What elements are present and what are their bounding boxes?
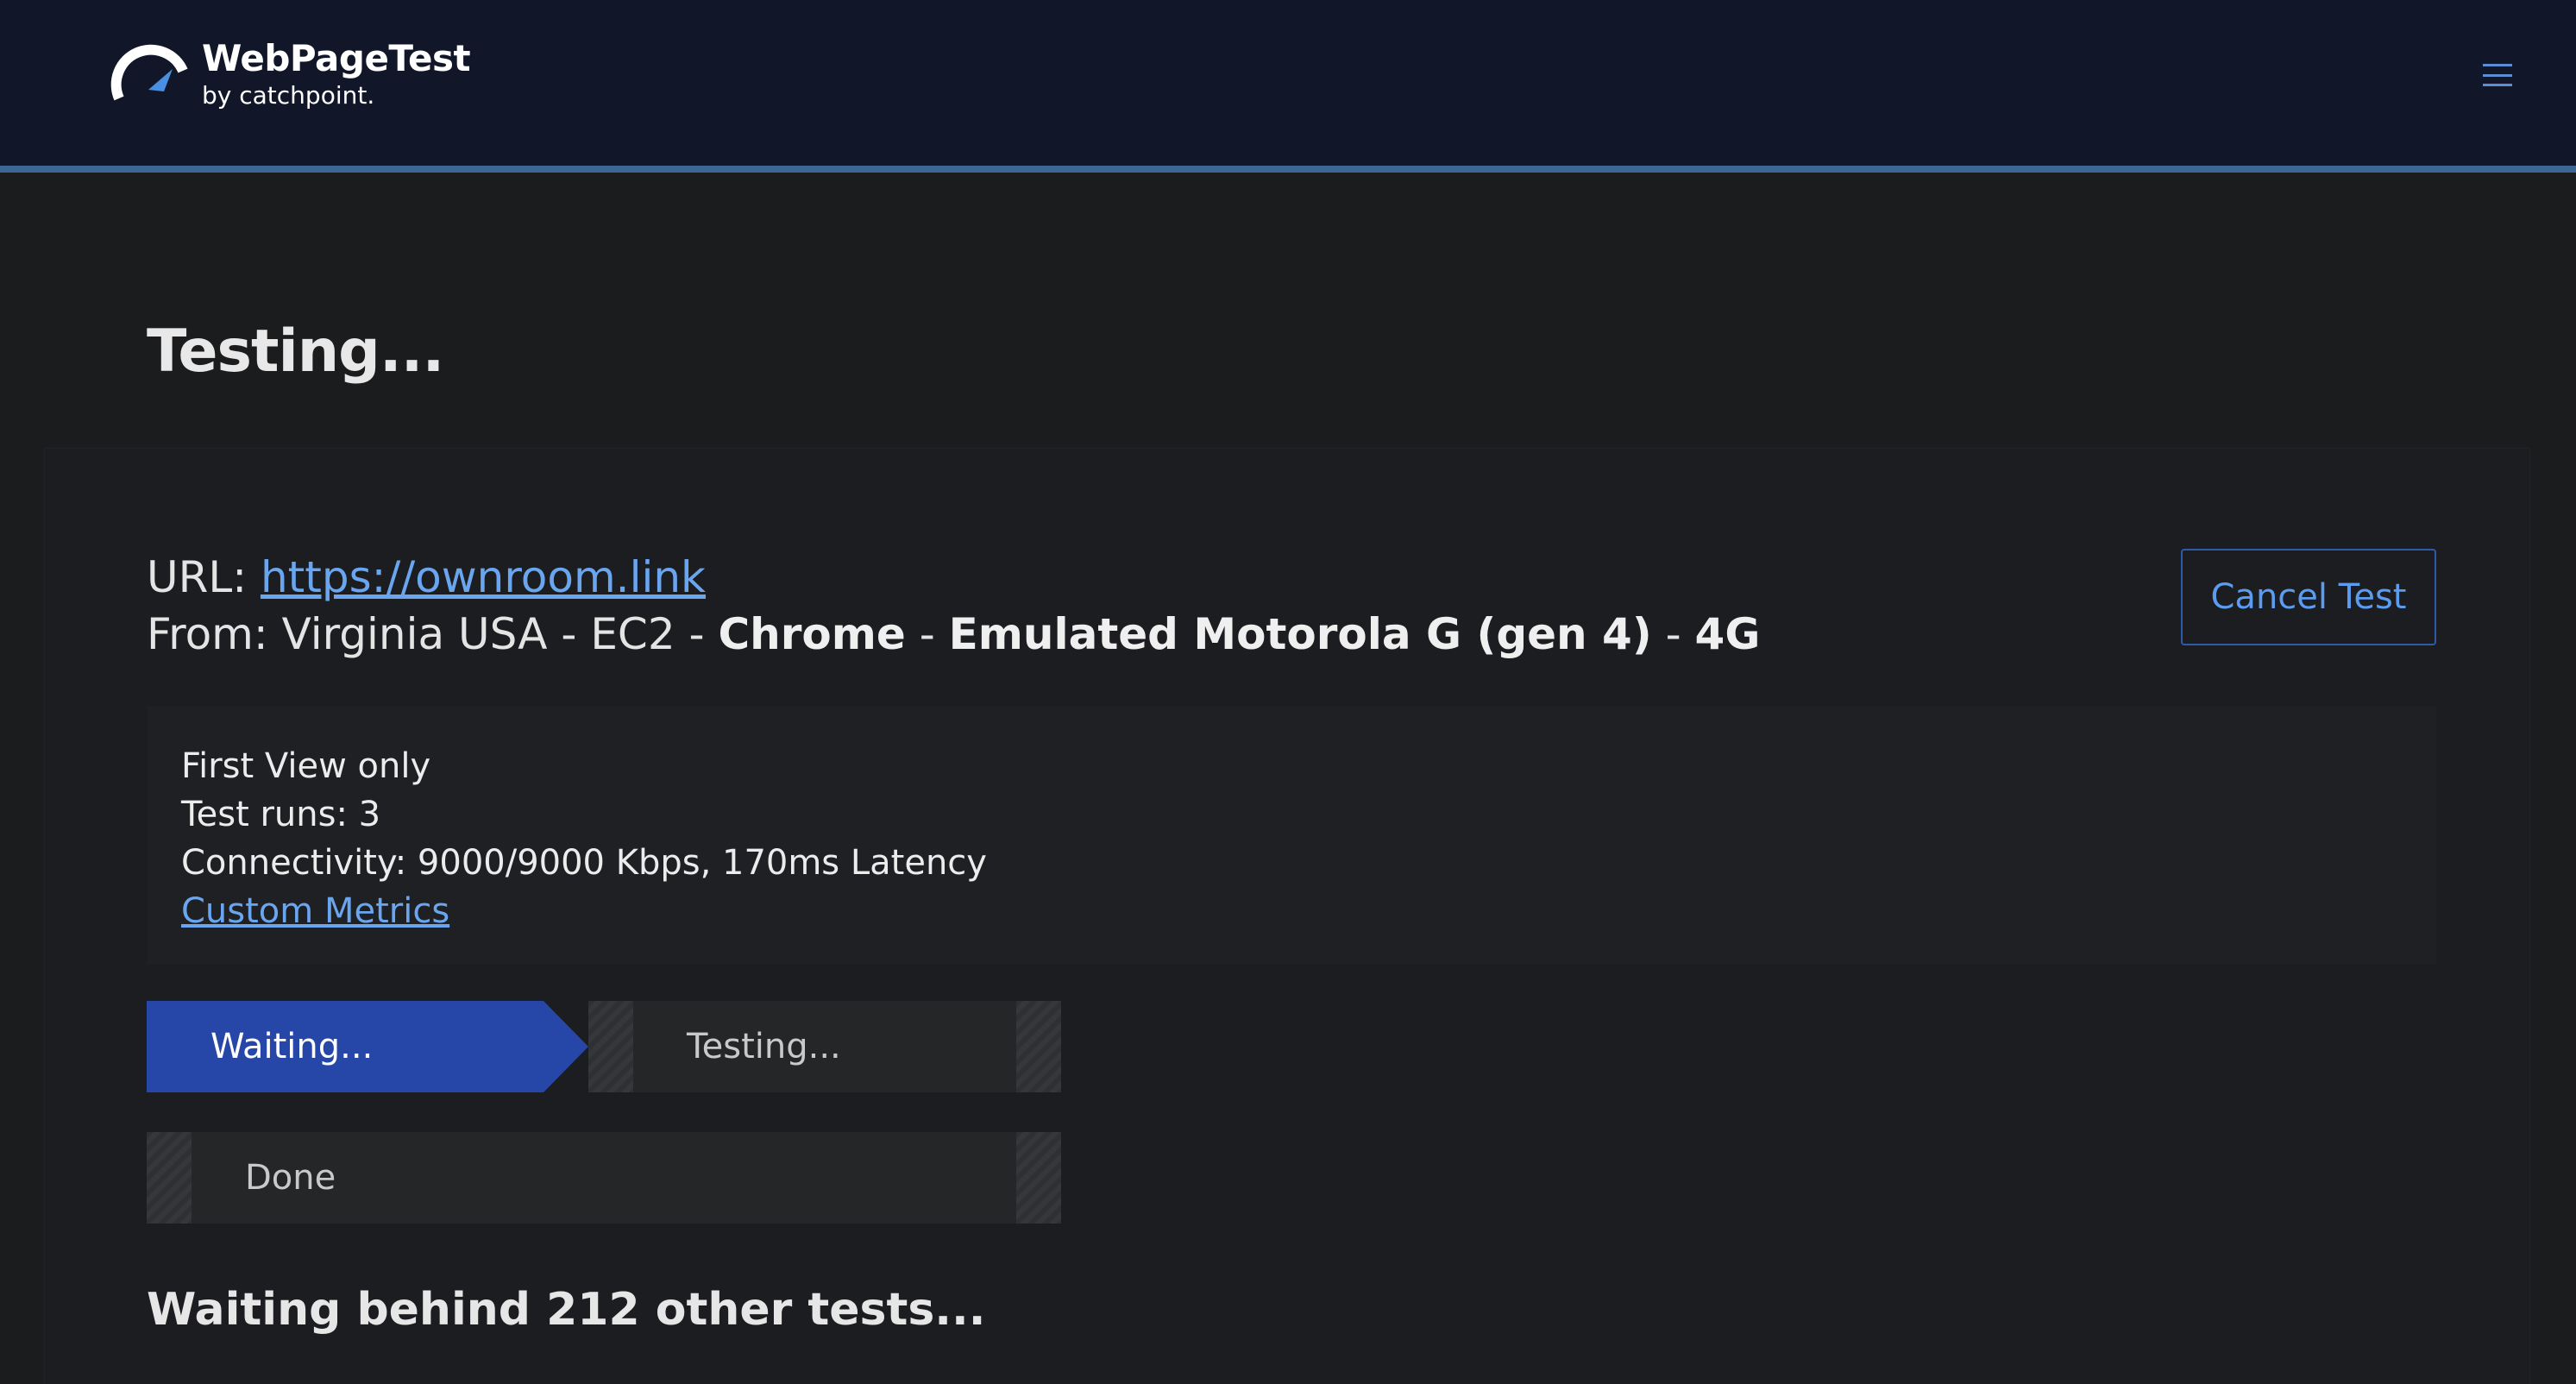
progress-row: Waiting... Testing... bbox=[147, 1001, 1061, 1092]
test-url-link[interactable]: https://ownroom.link bbox=[261, 552, 706, 602]
step-testing: Testing... bbox=[633, 1001, 1016, 1092]
progress-steps: Waiting... Testing... Done bbox=[147, 1001, 1061, 1263]
step-done: Done bbox=[192, 1132, 1016, 1224]
custom-metrics-link[interactable]: Custom Metrics bbox=[181, 891, 449, 931]
separator: - bbox=[905, 609, 949, 659]
test-info: URL: https://ownroom.link From: Virginia… bbox=[147, 549, 1760, 663]
progress-row: Done bbox=[147, 1132, 1061, 1224]
logo-subtitle: by catchpoint. bbox=[202, 81, 375, 110]
from-line: From: Virginia USA - EC2 - Chrome - Emul… bbox=[147, 606, 1760, 663]
from-label: From: bbox=[147, 609, 282, 659]
test-connection: 4G bbox=[1694, 609, 1761, 659]
test-location: Virginia USA - EC2 - bbox=[281, 609, 719, 659]
step-arrow bbox=[543, 1001, 588, 1092]
step-divider bbox=[147, 1132, 192, 1224]
logo[interactable]: WebPageTest by catchpoint. bbox=[110, 37, 471, 110]
step-divider bbox=[1016, 1001, 1061, 1092]
view-mode: First View only bbox=[181, 746, 431, 786]
queue-status-message: Waiting behind 212 other tests... bbox=[147, 1284, 986, 1336]
step-divider bbox=[1016, 1132, 1061, 1224]
logo-title: WebPageTest bbox=[202, 37, 471, 79]
test-device: Emulated Motorola G (gen 4) bbox=[948, 609, 1652, 659]
hamburger-menu-icon[interactable] bbox=[2483, 60, 2512, 90]
step-waiting: Waiting... bbox=[147, 1001, 543, 1092]
url-label: URL: bbox=[147, 552, 261, 602]
test-browser: Chrome bbox=[718, 609, 906, 659]
page-title: Testing... bbox=[147, 318, 444, 386]
cancel-test-button[interactable]: Cancel Test bbox=[2181, 549, 2436, 645]
test-details: First View only Test runs: 3 Connectivit… bbox=[147, 706, 2436, 965]
test-runs: Test runs: 3 bbox=[181, 795, 381, 834]
connectivity: Connectivity: 9000/9000 Kbps, 170ms Late… bbox=[181, 843, 987, 883]
step-divider bbox=[588, 1001, 633, 1092]
url-line: URL: https://ownroom.link bbox=[147, 549, 1760, 606]
separator: - bbox=[1651, 609, 1695, 659]
gauge-logo-icon bbox=[110, 44, 188, 101]
site-header: WebPageTest by catchpoint. bbox=[0, 0, 2576, 173]
